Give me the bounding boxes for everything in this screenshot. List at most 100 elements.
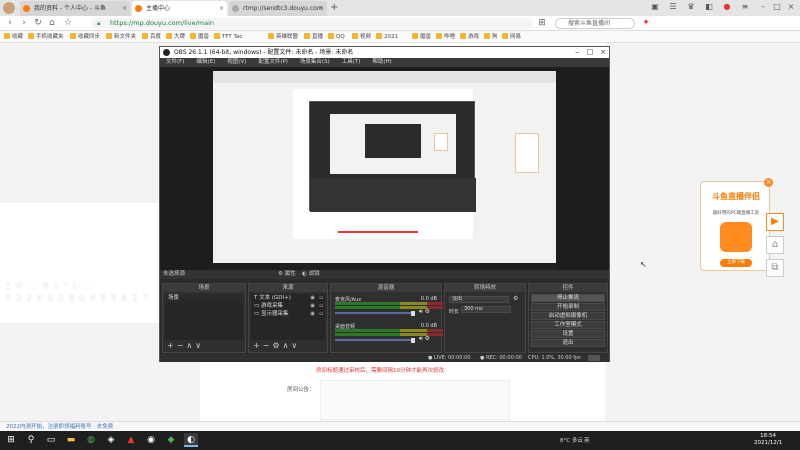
speaker-icon[interactable]: 🔊︎ ⚙	[419, 335, 430, 343]
app-icon[interactable]: ◈	[104, 433, 118, 447]
tile-icon[interactable]: ▣	[650, 2, 660, 12]
menu-icon[interactable]: ≡	[740, 2, 750, 12]
back-icon[interactable]: ‹	[4, 17, 16, 29]
clock[interactable]: 18:54 2021/12/1	[754, 433, 782, 447]
source-item-game[interactable]: ▭ 游戏采集 ◉ ▫	[251, 302, 325, 310]
title-review-warning: 房间标题通过审核后，需要间隔10分钟才能再次修改	[316, 368, 445, 374]
start-icon[interactable]: ⊞	[4, 433, 18, 447]
search-input[interactable]: 搜索斗鱼直播间	[555, 18, 635, 29]
duration-input[interactable]: 300 ms	[461, 306, 511, 313]
hot-search-icon[interactable]: ✦	[640, 17, 652, 29]
bookmark-item[interactable]: 哔哩	[436, 31, 455, 43]
bookmark-item[interactable]: 游戏	[460, 31, 479, 43]
minimize-icon[interactable]: –	[571, 47, 583, 58]
obs-menu-item[interactable]: 配置文件(P)	[258, 59, 288, 65]
minimize-icon[interactable]: –	[758, 2, 768, 12]
clothes-icon[interactable]: ♛	[686, 2, 696, 12]
source-item-text[interactable]: T 文本 (GDI+) ◉ ▫	[251, 294, 325, 302]
filters-button[interactable]: ◐ 滤镜	[302, 270, 320, 279]
refresh-icon[interactable]: ↻	[32, 17, 44, 29]
bookmark-item[interactable]: 收藏同步	[70, 31, 100, 43]
bookmark-item[interactable]: 英雄联盟	[268, 31, 298, 43]
notice-textarea[interactable]	[320, 380, 510, 420]
windows-taskbar: ⊞ ⚲ ▭ ▬ ◍ ◈ ▲ ◉ ◆ ◐ 8°C 多云 英 18:54 2021/…	[0, 431, 800, 450]
user-avatar[interactable]	[3, 2, 15, 14]
scene-item[interactable]: 场景	[165, 294, 243, 302]
app-icon[interactable]: ▲	[124, 433, 138, 447]
steam-icon[interactable]: ◉	[144, 433, 158, 447]
obs-menu-item[interactable]: 帮助(H)	[372, 59, 391, 65]
close-tab-icon[interactable]: ×	[219, 1, 224, 16]
obs-menu-item[interactable]: 场景集合(S)	[300, 59, 330, 65]
bookmark-item[interactable]: 魔兽	[190, 31, 209, 43]
bookmark-item[interactable]: 手机收藏夹	[28, 31, 64, 43]
gear-icon[interactable]: ⚙	[513, 295, 518, 302]
exit-button[interactable]: 退出	[531, 339, 605, 347]
tab-profile[interactable]: 我的资料 - 个人中心 - 斗鱼 ×	[20, 1, 130, 16]
forward-icon[interactable]: ›	[18, 17, 30, 29]
close-icon[interactable]: ×	[597, 47, 609, 58]
new-tab-button[interactable]: +	[330, 1, 338, 15]
bookmark-item[interactable]: 网易	[502, 31, 521, 43]
ime-indicator[interactable]: 英	[584, 436, 590, 444]
mic-volume-slider[interactable]	[335, 311, 415, 316]
bookmark-item[interactable]: 狗	[484, 31, 498, 43]
screenshot-icon[interactable]: ⧉	[766, 259, 784, 277]
ad-close-icon[interactable]: ×	[764, 178, 773, 187]
bookmark-item[interactable]: 直播	[304, 31, 323, 43]
douyu-companion-ad[interactable]: × 斗鱼直播伴侣 最好用的PC端直播工具 立即下载	[700, 178, 773, 271]
game-icon[interactable]: ◧	[704, 2, 714, 12]
start-recording-button[interactable]: 开始录制	[531, 303, 605, 311]
obs-taskbar-icon[interactable]: ◐	[184, 433, 198, 447]
star-icon[interactable]: ☆	[62, 17, 74, 29]
grid-icon[interactable]: ⊞	[536, 17, 548, 29]
url-input[interactable]: 🔒︎ https://mp.douyu.com/live/main	[92, 18, 532, 29]
bookmark-item[interactable]: 视频	[352, 31, 371, 43]
maximize-icon[interactable]: □	[584, 47, 596, 58]
obs-preview[interactable]	[160, 67, 609, 277]
play-icon[interactable]: ▶	[766, 213, 784, 231]
browser-icon[interactable]: ◍	[84, 433, 98, 447]
virtual-camera-button[interactable]: 启动虚拟摄像机	[531, 312, 605, 320]
obs-menu-item[interactable]: 文件(F)	[166, 59, 184, 65]
tab-anchor-center[interactable]: 主播中心 ×	[132, 1, 227, 16]
task-view-icon[interactable]: ▭	[44, 433, 58, 447]
obs-menu-item[interactable]: 工具(T)	[342, 59, 361, 65]
close-window-icon[interactable]: ×	[786, 2, 796, 12]
speaker-icon[interactable]: 🔊︎ ⚙	[419, 308, 430, 316]
address-toolbar: ‹ › ↻ ⌂ ☆ 🔒︎ https://mp.douyu.com/live/m…	[0, 16, 800, 31]
home-icon[interactable]: ⌂	[46, 17, 58, 29]
stop-streaming-button[interactable]: 停止推流	[531, 294, 605, 302]
properties-button[interactable]: ⚙ 属性	[278, 270, 296, 279]
bookmark-item[interactable]: 2021	[376, 31, 398, 43]
ad-download-button[interactable]: 立即下载	[720, 259, 752, 267]
home-side-icon[interactable]: ⌂	[766, 236, 784, 254]
status-link[interactable]: 2022内测开始，注册即领福利账号 · 去免费	[6, 424, 113, 430]
list-icon[interactable]: ☰	[668, 2, 678, 12]
app-icon[interactable]: ◆	[164, 433, 178, 447]
user-icon[interactable]: ●	[722, 2, 732, 12]
settings-button[interactable]: 设置	[531, 330, 605, 338]
weather-widget[interactable]: 8°C 多云	[560, 436, 583, 444]
bookmark-item[interactable]: QQ	[328, 31, 345, 43]
close-tab-icon[interactable]: ×	[122, 1, 127, 16]
close-tab-icon[interactable]: ×	[319, 1, 324, 16]
bookmark-item[interactable]: TFT Tac	[214, 31, 242, 43]
obs-menu-item[interactable]: 编辑(E)	[196, 59, 215, 65]
tab-rtmp[interactable]: rtmp://sendtc3.douyu.com ×	[229, 1, 327, 16]
bookmark-item[interactable]: 大牌	[166, 31, 185, 43]
studio-mode-button[interactable]: 工作室模式	[531, 321, 605, 329]
bookmark-item[interactable]: 魔兽	[412, 31, 431, 43]
bookmark-item[interactable]: 新文件夹	[106, 31, 136, 43]
search-icon[interactable]: ⚲	[24, 433, 38, 447]
scene-actions[interactable]: +−∧∨	[167, 341, 204, 350]
bookmark-item[interactable]: 百度	[142, 31, 161, 43]
source-item-display[interactable]: ▭ 显示器采集 ◉ ▫	[251, 310, 325, 318]
bookmark-item[interactable]: 收藏	[4, 31, 23, 43]
file-explorer-icon[interactable]: ▬	[64, 433, 78, 447]
transition-select[interactable]: 淡出	[449, 296, 509, 303]
source-actions[interactable]: +−⚙∧∨	[253, 341, 300, 350]
maximize-icon[interactable]: □	[772, 2, 782, 12]
obs-menu-item[interactable]: 视图(V)	[227, 59, 246, 65]
desktop-volume-slider[interactable]	[335, 338, 415, 343]
